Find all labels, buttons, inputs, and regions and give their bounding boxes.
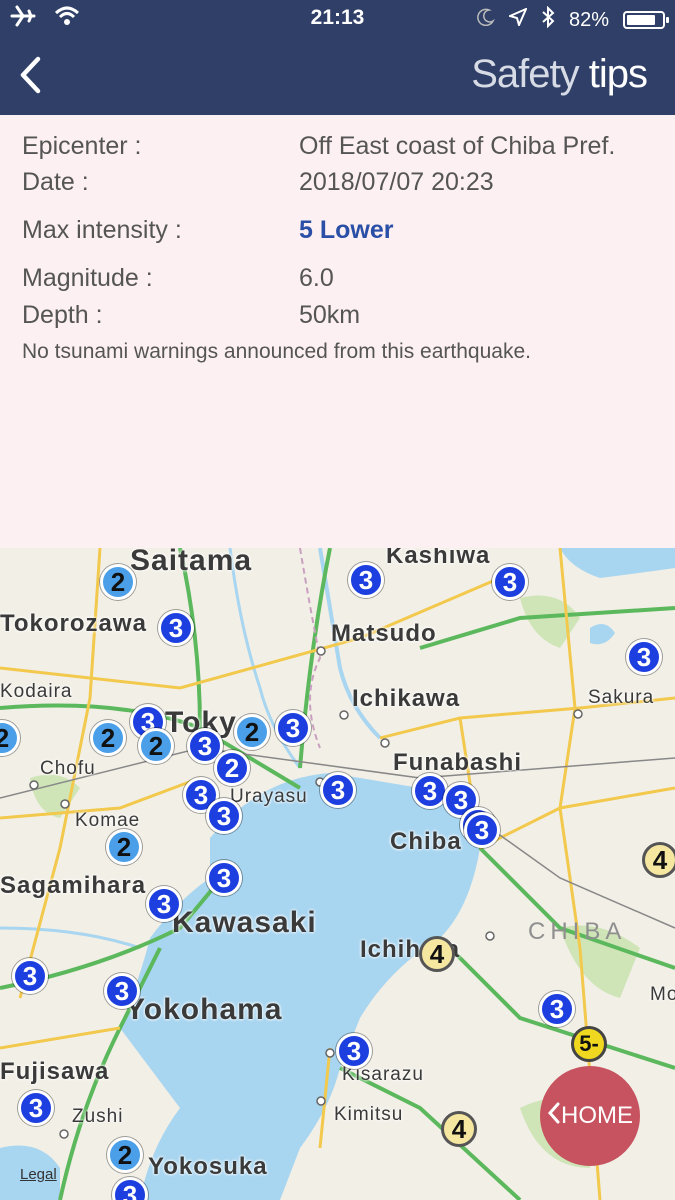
status-bar: 21:13 82% [0,0,675,38]
city-chiba: Chiba [390,828,462,855]
intensity-marker-max[interactable]: 5- [571,1026,607,1062]
city-kashiwa: Kashiwa [386,548,491,569]
city-funabashi: Funabashi [393,749,523,776]
title-tips: tips [588,52,648,96]
back-button[interactable] [8,50,52,100]
map-legal-link[interactable]: Legal [20,1166,57,1183]
intensity-marker[interactable]: 3 [206,860,242,896]
magnitude-value: 6.0 [299,264,334,292]
intensity-marker[interactable]: 3 [626,639,662,675]
home-button[interactable]: HOME [540,1066,640,1166]
intensity-marker[interactable]: 4 [642,842,675,878]
top-bar: 21:13 82% Safety tips [0,0,675,115]
intensity-marker[interactable]: 3 [539,991,575,1027]
nav-bar: Safety tips [0,38,675,115]
intensity-marker[interactable]: 3 [146,886,182,922]
intensity-marker[interactable]: 3 [464,812,500,848]
city-fujisawa: Fujisawa [0,1058,110,1085]
battery-percent: 82% [568,8,609,31]
intensity-marker[interactable]: 2 [138,728,174,764]
city-tokorozawa: Tokorozawa [0,610,147,637]
intensity-marker[interactable]: 2 [107,1137,143,1173]
lake-2 [590,624,615,645]
date-label: Date : [22,168,89,196]
pref-chiba: CHIBA [528,918,627,945]
intensity-marker[interactable]: 3 [206,798,242,834]
magnitude-label: Magnitude : [22,264,153,292]
intensity-marker[interactable]: 4 [419,936,455,972]
bluetooth-icon [541,5,555,34]
intensity-marker[interactable]: 3 [336,1033,372,1069]
intensity-marker[interactable]: 2 [106,829,142,865]
intensity-marker[interactable]: 2 [214,750,250,786]
river-3 [0,926,141,950]
intensity-marker[interactable]: 3 [158,610,194,646]
city-mobara: Mobara [650,984,675,1005]
home-label: HOME [561,1102,633,1129]
moon-icon [477,8,495,32]
city-sagamihara: Sagamihara [0,872,147,899]
city-matsudo: Matsudo [331,620,437,647]
intensity-marker[interactable]: 2 [90,720,126,756]
city-kimitsu: Kimitsu [334,1104,404,1125]
city-zushi: Zushi [72,1106,124,1127]
chevron-left-icon [20,56,41,94]
city-kawasaki: Kawasaki [172,906,317,939]
lake [560,548,675,578]
epicenter-value: Off East coast of Chiba Pref. [299,132,616,160]
city-ichikawa: Ichikawa [352,685,461,712]
city-yokohama: Yokohama [125,993,283,1026]
earthquake-info-panel: Epicenter : Off East coast of Chiba Pref… [0,115,675,548]
intensity-marker[interactable]: 3 [320,772,356,808]
intensity-marker[interactable]: 3 [104,973,140,1009]
intensity-marker[interactable]: 3 [12,958,48,994]
page-title: Safety tips [471,52,648,97]
city-komae: Komae [75,810,141,831]
epicenter-label: Epicenter : [22,132,142,160]
battery-icon [623,11,669,29]
intensity-marker[interactable]: 2 [234,714,270,750]
city-chofu: Chofu [40,758,96,779]
intensity-marker[interactable]: 4 [441,1111,477,1147]
intensity-label: Max intensity : [22,216,182,244]
location-arrow-icon [507,7,528,32]
city-saitama: Saitama [130,548,253,577]
date-value: 2018/07/07 20:23 [299,168,494,196]
title-safety: Safety [471,52,579,96]
intensity-marker[interactable]: 3 [275,710,311,746]
tsunami-note: No tsunami warnings announced from this … [22,340,531,363]
chevron-left-icon [547,1101,561,1132]
battery-fill [627,15,655,25]
city-urayasu: Urayasu [230,786,308,807]
city-sakura: Sakura [588,687,655,708]
city-kodaira: Kodaira [0,681,73,702]
intensity-marker[interactable]: 3 [348,562,384,598]
depth-label: Depth : [22,301,103,329]
depth-value: 50km [299,301,361,329]
intensity-marker[interactable]: 3 [492,564,528,600]
city-yokosuka: Yokosuka [148,1153,268,1180]
intensity-value: 5 Lower [299,216,394,244]
intensity-marker[interactable]: 2 [100,564,136,600]
park [520,595,580,648]
intensity-marker[interactable]: 3 [18,1090,54,1126]
